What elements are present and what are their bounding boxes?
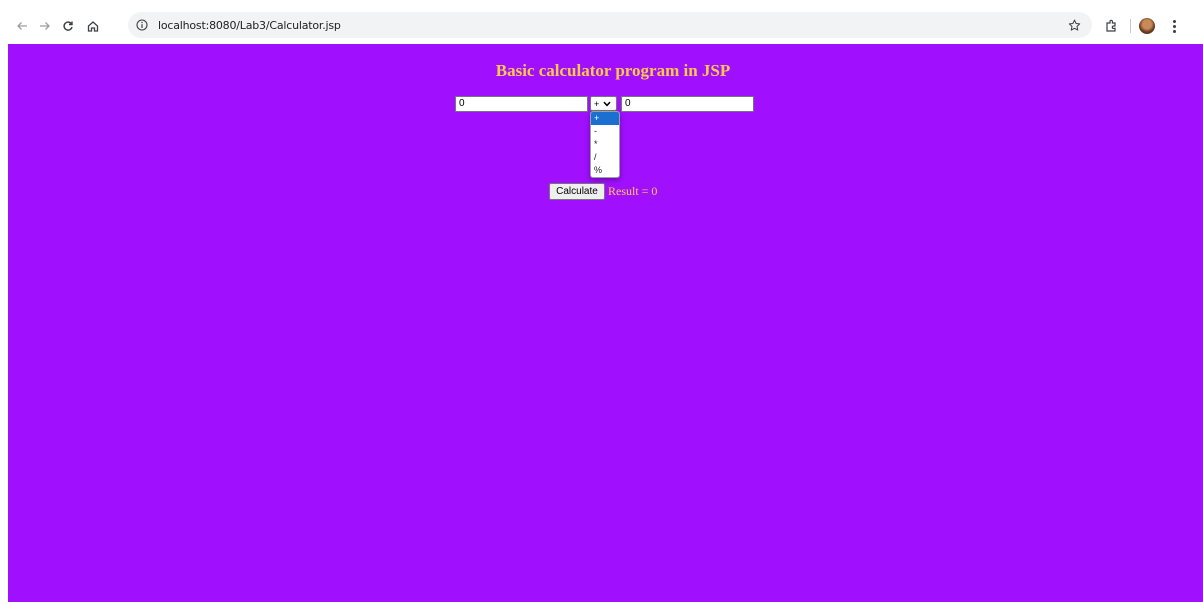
reload-icon[interactable] [57, 15, 79, 37]
page-content: Basic calculator program in JSP 0 + 0 + … [8, 44, 1203, 602]
site-info-icon[interactable] [134, 17, 150, 33]
profile-avatar[interactable] [1139, 18, 1155, 34]
second-number-input[interactable]: 0 [621, 96, 754, 112]
operator-selected-value: + [594, 98, 600, 109]
operator-select[interactable]: + [590, 96, 617, 111]
toolbar-separator [1130, 19, 1131, 33]
address-bar[interactable]: localhost:8080/Lab3/Calculator.jsp [128, 12, 1092, 38]
url-text: localhost:8080/Lab3/Calculator.jsp [158, 18, 341, 32]
back-arrow-icon[interactable] [11, 15, 33, 37]
forward-arrow-icon[interactable] [34, 15, 56, 37]
operator-option-plus[interactable]: + [591, 112, 619, 125]
tab-strip [0, 0, 1203, 8]
extensions-icon[interactable] [1100, 15, 1122, 37]
chevron-down-icon [603, 101, 611, 106]
browser-toolbar: localhost:8080/Lab3/Calculator.jsp [0, 8, 1203, 44]
first-number-input[interactable]: 0 [455, 96, 588, 112]
operator-option-modulo[interactable]: % [591, 164, 619, 177]
bookmark-star-icon[interactable] [1066, 17, 1082, 33]
operator-option-multiply[interactable]: * [591, 138, 619, 151]
operator-option-divide[interactable]: / [591, 151, 619, 164]
calculate-button[interactable]: Calculate [549, 183, 605, 200]
operator-option-minus[interactable]: - [591, 125, 619, 138]
page-title: Basic calculator program in JSP [495, 61, 731, 80]
menu-kebab-icon[interactable] [1169, 16, 1179, 36]
home-icon[interactable] [82, 15, 104, 37]
browser-window: localhost:8080/Lab3/Calculator.jsp Basic… [0, 0, 1203, 602]
result-text: Result = 0 [608, 184, 658, 198]
toolbar-right-icons [1100, 14, 1179, 38]
operator-dropdown-list: + - * / % [590, 111, 620, 178]
